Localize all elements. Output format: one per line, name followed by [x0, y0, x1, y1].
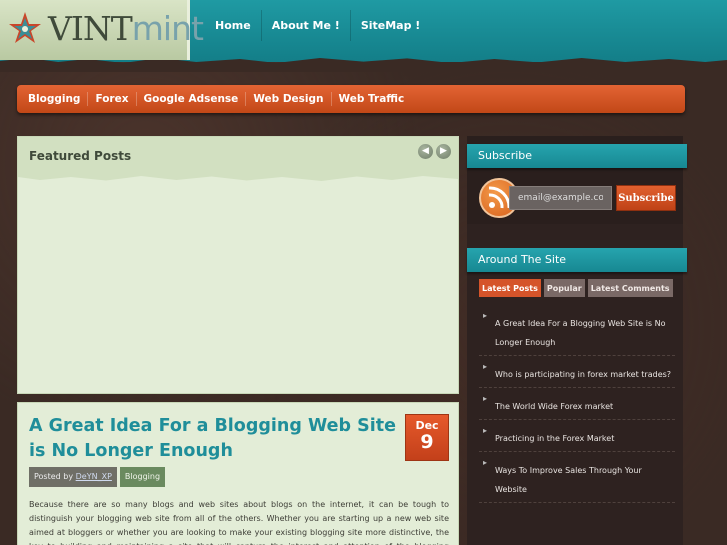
nav-sitemap[interactable]: SiteMap !: [351, 10, 431, 41]
logo-wordmark: VINTmint: [48, 9, 204, 48]
post-article: A Great Idea For a Blogging Web Site is …: [17, 402, 459, 545]
featured-posts-panel: Featured Posts ◀ ▶: [17, 136, 459, 394]
date-badge: Dec 9: [405, 414, 449, 461]
post-category-tag[interactable]: Blogging: [119, 467, 166, 487]
list-item: Practicing in the Forex Market: [479, 420, 675, 452]
around-the-site-widget: Around The Site Latest Posts Popular Lat…: [467, 241, 687, 503]
list-item: Who is participating in forex market tra…: [479, 356, 675, 388]
around-heading: Around The Site: [467, 248, 687, 272]
latest-posts-list: A Great Idea For a Blogging Web Site is …: [479, 305, 675, 503]
latest-post-link[interactable]: Who is participating in forex market tra…: [495, 370, 671, 379]
list-item: The World Wide Forex market: [479, 388, 675, 420]
posted-by-label: Posted by: [34, 472, 74, 481]
category-bar: Blogging Forex Google Adsense Web Design…: [17, 85, 685, 113]
category-blogging[interactable]: Blogging: [21, 92, 89, 106]
tab-latest-comments[interactable]: Latest Comments: [587, 279, 673, 297]
top-nav: Home About Me ! SiteMap !: [205, 10, 430, 41]
category-google-adsense[interactable]: Google Adsense: [137, 92, 247, 106]
logo-part1: VINT: [48, 9, 133, 48]
featured-arrows: ◀ ▶: [418, 144, 451, 159]
latest-post-link[interactable]: The World Wide Forex market: [495, 402, 613, 411]
arrow-left-icon[interactable]: ◀: [418, 144, 433, 159]
tab-popular[interactable]: Popular: [543, 279, 585, 297]
site-logo[interactable]: VINTmint: [0, 0, 204, 60]
latest-post-link[interactable]: Ways To Improve Sales Through Your Websi…: [495, 466, 642, 494]
nav-home[interactable]: Home: [205, 10, 262, 41]
around-tabs: Latest Posts Popular Latest Comments: [479, 279, 673, 297]
logo-part2: mint: [131, 9, 204, 48]
list-item: A Great Idea For a Blogging Web Site is …: [479, 305, 675, 356]
subscribe-heading: Subscribe: [467, 144, 687, 168]
nav-about-me[interactable]: About Me !: [262, 10, 351, 41]
arrow-right-icon[interactable]: ▶: [436, 144, 451, 159]
featured-title: Featured Posts: [29, 149, 132, 163]
post-excerpt: Because there are so many blogs and web …: [29, 500, 449, 545]
email-input[interactable]: [509, 186, 612, 210]
subscribe-button[interactable]: Subscribe: [616, 185, 676, 211]
latest-post-link[interactable]: Practicing in the Forex Market: [495, 434, 614, 443]
author-link[interactable]: DeYN_XP: [76, 472, 112, 481]
post-meta: Posted by DeYN_XP Blogging: [29, 467, 166, 487]
featured-header: Featured Posts ◀ ▶: [18, 137, 458, 175]
tab-latest-posts[interactable]: Latest Posts: [479, 279, 541, 297]
category-web-design[interactable]: Web Design: [246, 92, 332, 106]
list-item: Ways To Improve Sales Through Your Websi…: [479, 452, 675, 503]
category-forex[interactable]: Forex: [88, 92, 137, 106]
subscribe-widget: Subscribe Subscribe: [467, 136, 687, 224]
latest-post-link[interactable]: A Great Idea For a Blogging Web Site is …: [495, 319, 666, 347]
star-logo-icon: [9, 12, 41, 43]
category-web-traffic[interactable]: Web Traffic: [332, 92, 412, 106]
post-title[interactable]: A Great Idea For a Blogging Web Site is …: [29, 414, 409, 464]
posted-by: Posted by DeYN_XP: [29, 467, 117, 487]
date-day: 9: [420, 431, 434, 453]
